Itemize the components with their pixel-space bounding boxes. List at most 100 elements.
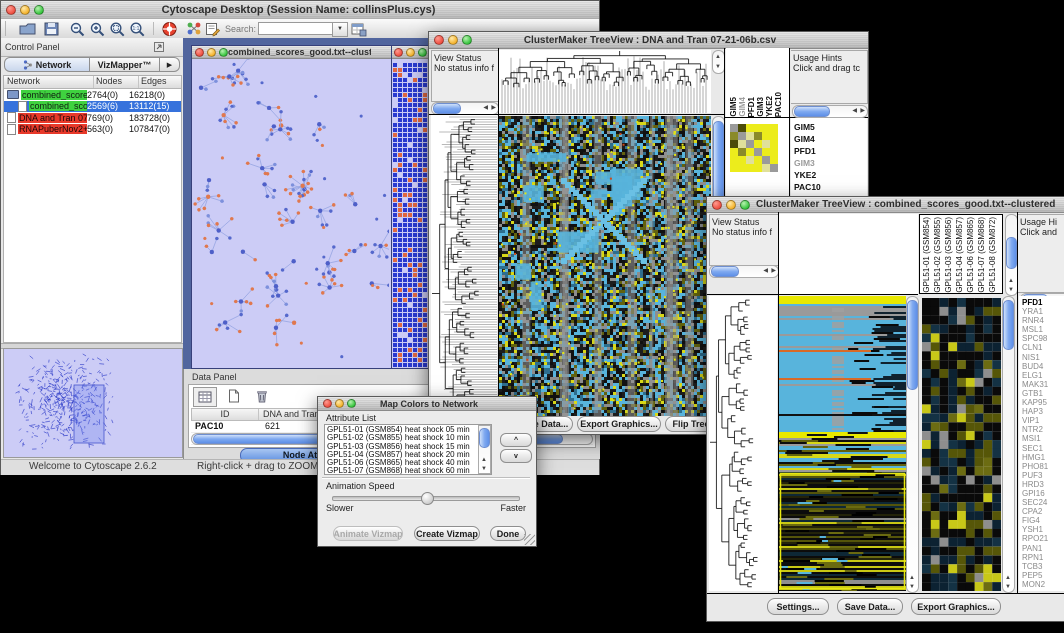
main-titlebar[interactable]: Cytoscape Desktop (Session Name: collins… bbox=[1, 1, 599, 20]
network-view-frame[interactable]: combined_scores_good.txt--cluste... bbox=[191, 45, 392, 369]
matrix-cell[interactable] bbox=[746, 164, 754, 172]
close-icon[interactable] bbox=[394, 48, 403, 57]
network-list-header[interactable]: Network Nodes Edges bbox=[4, 76, 181, 89]
matrix-cell[interactable] bbox=[754, 164, 762, 172]
minimize-icon[interactable] bbox=[207, 48, 216, 57]
matrix-cell[interactable] bbox=[762, 132, 770, 140]
tv2-row-label[interactable]: SEC1 bbox=[1022, 444, 1064, 453]
matrix-cell[interactable] bbox=[738, 124, 746, 132]
minimize-icon[interactable] bbox=[448, 35, 458, 45]
tv1-col-label[interactable]: PFD1 bbox=[747, 97, 756, 117]
matrix-cell[interactable] bbox=[770, 124, 778, 132]
table-icon[interactable] bbox=[193, 387, 217, 407]
zoom-window-icon[interactable] bbox=[347, 399, 356, 408]
annotation-icon[interactable] bbox=[204, 21, 221, 37]
tv1-row-label[interactable]: PAC10 bbox=[794, 181, 867, 193]
tv1-col-label[interactable]: YKE2 bbox=[765, 96, 774, 117]
tv1-row-label[interactable]: YKE2 bbox=[794, 169, 867, 181]
tv1-correlation-matrix[interactable] bbox=[730, 124, 778, 172]
tv2-row-label[interactable]: RPO21 bbox=[1022, 534, 1064, 543]
tv2-status-hscroll[interactable]: ◀ ▶ bbox=[709, 265, 779, 278]
matrix-cell[interactable] bbox=[762, 156, 770, 164]
matrix-cell[interactable] bbox=[762, 148, 770, 156]
tv2-col-label[interactable]: GPL51-03 (GSM856) bbox=[944, 217, 955, 293]
matrix-cell[interactable] bbox=[754, 124, 762, 132]
zoom-fit-icon[interactable]: 1:1 bbox=[129, 21, 146, 37]
matrix-cell[interactable] bbox=[770, 156, 778, 164]
tv1-row-label[interactable]: GIM4 bbox=[794, 133, 867, 145]
network-frame-titlebar[interactable]: combined_scores_good.txt--cluste... bbox=[192, 46, 391, 59]
matrix-cell[interactable] bbox=[762, 164, 770, 172]
tv2-row-label[interactable]: HRD3 bbox=[1022, 480, 1064, 489]
tab-network[interactable]: Network bbox=[4, 57, 90, 72]
matrix-cell[interactable] bbox=[738, 164, 746, 172]
matrix-cell[interactable] bbox=[746, 140, 754, 148]
tv2-row-label[interactable]: RPN1 bbox=[1022, 553, 1064, 562]
close-icon[interactable] bbox=[712, 200, 722, 210]
tv1-row-label[interactable]: PFD1 bbox=[794, 145, 867, 157]
matrix-cell[interactable] bbox=[770, 132, 778, 140]
tv2-row-label[interactable]: CLN1 bbox=[1022, 343, 1064, 352]
tv2-row-label[interactable]: NTR2 bbox=[1022, 425, 1064, 434]
matrix-cell[interactable] bbox=[746, 148, 754, 156]
tv2-col-label[interactable]: GPL51-04 (GSM857) bbox=[955, 217, 966, 293]
tv2-row-label[interactable]: FIG4 bbox=[1022, 516, 1064, 525]
tv1-col-label[interactable]: GIM4 bbox=[738, 97, 747, 117]
tv2-row-label[interactable]: PHO81 bbox=[1022, 462, 1064, 471]
tab-vizmapper[interactable]: VizMapper™ bbox=[90, 57, 160, 72]
treeview2-titlebar[interactable]: ClusterMaker TreeView : combined_scores_… bbox=[707, 197, 1064, 213]
zoom-out-icon[interactable] bbox=[69, 21, 86, 37]
matrix-cell[interactable] bbox=[738, 148, 746, 156]
attribute-browser-icon[interactable] bbox=[350, 21, 367, 37]
tv2-row-label[interactable]: PUF3 bbox=[1022, 471, 1064, 480]
tv2-col-label[interactable]: GPL51-01 (GSM854) bbox=[922, 217, 933, 293]
slider-thumb[interactable] bbox=[421, 492, 434, 505]
tv2-row-label[interactable]: BUD4 bbox=[1022, 362, 1064, 371]
matrix-cell[interactable] bbox=[730, 164, 738, 172]
matrix-cell[interactable] bbox=[746, 156, 754, 164]
move-down-button[interactable]: v bbox=[500, 449, 532, 463]
close-icon[interactable] bbox=[195, 48, 204, 57]
network-row[interactable]: RNAPuberNov2+|563(0)107847(0) bbox=[4, 124, 181, 136]
col-network[interactable]: Network bbox=[4, 76, 94, 88]
network-canvas[interactable] bbox=[192, 59, 389, 367]
minimize-icon[interactable] bbox=[406, 48, 415, 57]
birdseye-view[interactable] bbox=[3, 348, 183, 458]
zoom-window-icon[interactable] bbox=[462, 35, 472, 45]
tv2-row-label[interactable]: CPA2 bbox=[1022, 507, 1064, 516]
tv2-row-label[interactable]: GTB1 bbox=[1022, 389, 1064, 398]
treeview1-titlebar[interactable]: ClusterMaker TreeView : DNA and Tran 07-… bbox=[429, 32, 868, 49]
matrix-cell[interactable] bbox=[738, 132, 746, 140]
tv2-row-label[interactable]: PAN1 bbox=[1022, 544, 1064, 553]
layout-icon[interactable] bbox=[186, 21, 203, 37]
tv2-col-label[interactable]: GPL51-08 (GSM872) bbox=[988, 217, 999, 293]
tv2-heatmap-vscroll[interactable]: ▲ ▼ bbox=[906, 296, 919, 593]
attribute-item[interactable]: GPL51-07 (GSM868) heat shock 60 min bbox=[327, 467, 478, 475]
matrix-cell[interactable] bbox=[730, 148, 738, 156]
tv2-row-label[interactable]: GPI16 bbox=[1022, 489, 1064, 498]
matrix-cell[interactable] bbox=[770, 164, 778, 172]
move-up-button[interactable]: ^ bbox=[500, 433, 532, 447]
matrix-cell[interactable] bbox=[730, 156, 738, 164]
matrix-cell[interactable] bbox=[738, 156, 746, 164]
tv1-column-dendrogram[interactable] bbox=[499, 50, 711, 113]
search-input[interactable] bbox=[258, 22, 334, 35]
tv2-row-label[interactable]: MAK31 bbox=[1022, 380, 1064, 389]
tv2-button-save-data---[interactable]: Save Data... bbox=[837, 598, 903, 615]
tv2-row-label[interactable]: PEP5 bbox=[1022, 571, 1064, 580]
tv2-row-label[interactable]: TCB3 bbox=[1022, 562, 1064, 571]
tv2-row-label[interactable]: PFD1 bbox=[1022, 298, 1064, 307]
network-row[interactable]: combined_scores2764(0)16218(0) bbox=[4, 89, 181, 101]
float-panel-icon[interactable] bbox=[153, 41, 165, 53]
minimize-icon[interactable] bbox=[726, 200, 736, 210]
tv2-zoom-heatmap[interactable] bbox=[922, 298, 1001, 591]
matrix-cell[interactable] bbox=[754, 140, 762, 148]
help-lifering-icon[interactable] bbox=[161, 21, 178, 37]
tv2-row-label[interactable]: ELG1 bbox=[1022, 371, 1064, 380]
tab-overflow[interactable]: ▶ bbox=[160, 57, 180, 72]
tv1-usage-hscroll[interactable]: ◀ ▶ bbox=[792, 105, 868, 118]
matrix-cell[interactable] bbox=[730, 124, 738, 132]
tv2-col-label[interactable]: GPL51-07 (GSM868) bbox=[977, 217, 988, 293]
save-icon[interactable] bbox=[43, 21, 60, 37]
search-dropdown-button[interactable]: ▼ bbox=[332, 22, 348, 37]
